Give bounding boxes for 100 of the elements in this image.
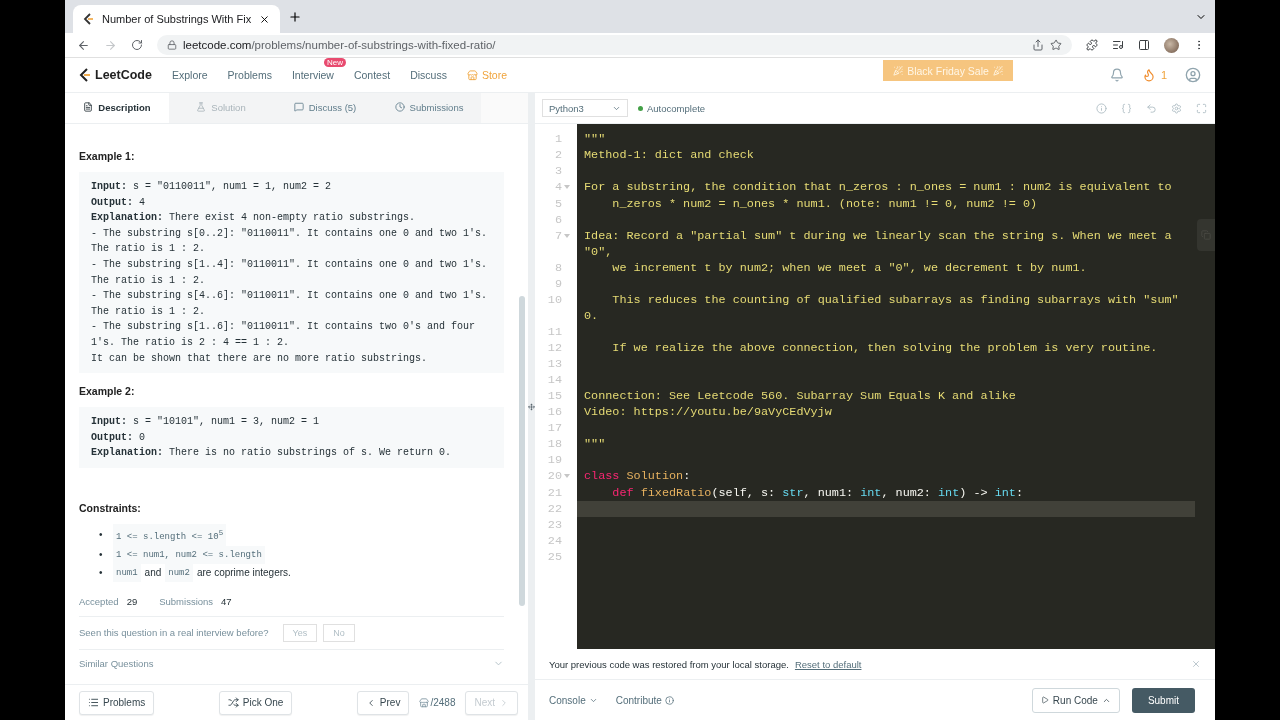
share-icon[interactable] <box>1032 39 1044 51</box>
submit-button[interactable]: Submit <box>1131 687 1195 713</box>
line-number: 24 <box>547 533 562 549</box>
store-icon <box>466 69 478 81</box>
user-icon[interactable] <box>1185 67 1201 83</box>
inline-code: 1 <= s.length <= 10$^{5}$ <box>113 523 227 546</box>
site-logo[interactable]: LeetCode <box>79 68 152 82</box>
example-line: Input: s = "10101", num1 = 3, num2 = 1 <box>91 415 321 430</box>
line-number: 14 <box>547 372 562 388</box>
run-code-button[interactable]: Run Code <box>1031 687 1120 713</box>
fold-arrow-icon[interactable] <box>564 184 570 190</box>
side-panel-icon[interactable] <box>1138 39 1150 51</box>
panel-tab[interactable]: Submissions <box>377 93 481 123</box>
line-number: 2 <box>554 147 562 163</box>
logo-icon <box>83 13 94 25</box>
close-icon[interactable] <box>259 13 271 25</box>
line-number: 20 <box>547 468 562 485</box>
example-heading: Example 1: <box>79 150 136 162</box>
fullscreen-icon[interactable] <box>1196 102 1207 114</box>
reset-link[interactable]: Reset to default <box>794 658 862 670</box>
nav-link[interactable]: Interview <box>291 69 334 81</box>
line-number: 10 <box>547 292 562 309</box>
console-button[interactable]: Console <box>549 694 598 706</box>
url-text: leetcode.com/problems/number-of-substrings-with-fixed-ratio/ <box>183 39 496 51</box>
line-number: 12 <box>547 340 562 356</box>
chat-icon <box>293 102 304 112</box>
tab-title: Number of Substrings With Fix <box>102 13 252 25</box>
code-line: Method-1: dict and check <box>583 147 755 163</box>
similar-questions-label[interactable]: Similar Questions <box>79 657 154 669</box>
code-line: class Solution: <box>583 468 692 485</box>
feedback-question: Seen this question in a real interview before? <box>79 627 269 639</box>
line-number: 22 <box>547 501 562 517</box>
panel-tab[interactable]: Description <box>65 93 169 123</box>
code-line: This reduces the counting of qualified subarrays as finding subarrays with "sum" 0. <box>583 292 1180 324</box>
nav-link[interactable]: Contest <box>353 69 391 81</box>
example-line: The ratio is 1 : 2. <box>91 273 207 288</box>
clock-icon <box>394 102 405 112</box>
example-line: - The substring s[4..6]: "0110011". It contains one 0 and two 1's. <box>91 289 489 304</box>
contribute-button[interactable]: Contribute <box>615 694 674 706</box>
undo-icon[interactable] <box>1146 102 1157 114</box>
example-line: The ratio is 1 : 2. <box>91 304 207 319</box>
example-line: 1's. The ratio is 2 : 4 == 1 : 2. <box>91 335 291 350</box>
stat-value: 29 <box>126 595 138 607</box>
constraint-text: are coprime integers. <box>196 565 291 580</box>
stat-label: Submissions <box>159 595 214 607</box>
code-line: def fixedRatio(self, s: str, num1: int, num2: int) -> int: <box>611 485 1025 501</box>
back-icon[interactable] <box>77 38 90 52</box>
code-line: Video: https://youtu.be/9aVyCEdVyjw <box>583 404 833 420</box>
pick-one-button[interactable]: Pick One <box>218 690 293 715</box>
panel-tab[interactable]: Discuss (5) <box>273 93 377 123</box>
bell-icon[interactable] <box>1109 68 1124 82</box>
line-number: 17 <box>547 420 562 436</box>
reload-icon[interactable] <box>131 39 143 51</box>
line-number: 18 <box>547 436 562 452</box>
bullet: • <box>99 527 104 542</box>
nav-link[interactable]: Problems <box>227 69 272 81</box>
example-line: Explanation: There is no ratio substrings of s. We return 0. <box>91 446 453 461</box>
browser-tab[interactable]: Number of Substrings With Fix <box>73 5 281 33</box>
nav-link[interactable]: Explore <box>171 69 208 81</box>
address-bar[interactable]: leetcode.com/problems/number-of-substrings-with-fixed-ratio/ <box>157 35 1072 55</box>
problems-button[interactable]: Problems <box>79 690 155 715</box>
logo-text: LeetCode <box>95 68 152 82</box>
info-icon <box>664 695 674 705</box>
new-badge: New <box>323 58 346 67</box>
line-number: 3 <box>554 163 562 179</box>
drag-handle-icon[interactable] <box>528 400 535 413</box>
line-number: 8 <box>554 260 562 276</box>
code-line: we increment t by num2; when we meet a "0", we decrement t by num1. <box>611 260 1088 276</box>
problem-counter: /2488 <box>430 697 456 708</box>
info-icon[interactable] <box>1096 102 1107 114</box>
logo-icon <box>79 68 91 82</box>
braces-icon[interactable] <box>1121 102 1132 114</box>
autocomplete-toggle[interactable]: Autocomplete <box>638 102 706 114</box>
example-line: Output: 4 <box>91 195 147 210</box>
code-line: Connection: See Leetcode 560. Subarray Sum Equals K and alike <box>583 388 1017 404</box>
new-tab-icon[interactable] <box>288 9 303 24</box>
puzzle-icon[interactable] <box>1086 39 1098 51</box>
fold-arrow-icon[interactable] <box>564 233 570 239</box>
bullet: • <box>99 565 104 580</box>
settings-icon[interactable] <box>1171 102 1182 114</box>
star-icon[interactable] <box>1050 39 1062 51</box>
code-line: n_zeros * num2 = n_ones * num1. (note: num1 != 0, num2 != 0) <box>611 196 1039 212</box>
scrollbar-thumb[interactable] <box>519 296 525 606</box>
nav-link[interactable]: Discuss <box>410 69 447 81</box>
play-icon <box>1040 696 1049 704</box>
language-select[interactable]: Python3 <box>542 99 628 117</box>
line-number: 16 <box>547 404 562 420</box>
restore-notice: Your previous code was restored from your local storage. <box>549 658 789 670</box>
example-line: - The substring s[1..4]: "0110011". It contains one 0 and two 1's. <box>91 257 489 272</box>
flame-icon <box>1141 68 1156 82</box>
example-line: The ratio is 1 : 2. <box>91 242 207 257</box>
media-list-icon[interactable] <box>1112 39 1124 51</box>
prev-button[interactable]: Prev <box>356 690 410 715</box>
line-number: 13 <box>547 356 562 372</box>
constraints-heading: Constraints: <box>79 501 142 514</box>
fold-arrow-icon[interactable] <box>564 473 570 479</box>
inline-code: 1 <= num1, num2 <= s.length <box>113 545 265 564</box>
profile-avatar[interactable] <box>1164 37 1179 53</box>
code-line: """ <box>583 131 607 147</box>
example-line: Input: s = "0110011", num1 = 1, num2 = 2 <box>91 180 333 194</box>
